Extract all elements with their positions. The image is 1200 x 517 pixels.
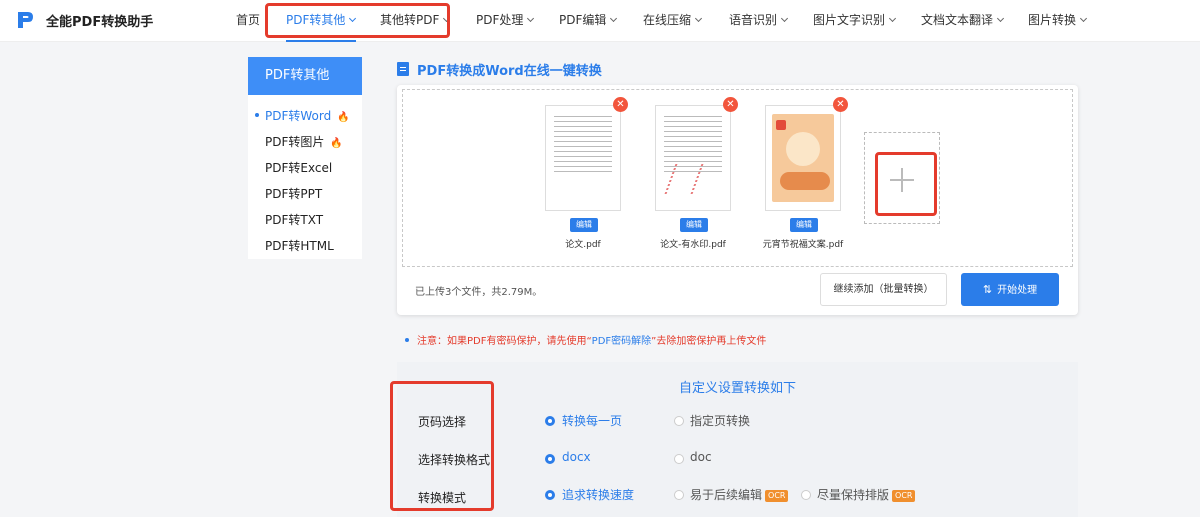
- nav-pdf-process[interactable]: PDF处理: [476, 0, 535, 42]
- edit-file-button[interactable]: 编辑: [680, 218, 708, 232]
- nav-pdf-edit[interactable]: PDF编辑: [559, 0, 618, 42]
- document-preview-lines: [554, 116, 612, 176]
- nav-home[interactable]: 首页: [236, 0, 260, 42]
- poster-stamp-mark: [776, 120, 786, 130]
- upload-summary: 已上传3个文件，共2.79M。: [415, 287, 543, 298]
- sidebar-item-label: PDF转PPT: [265, 187, 323, 201]
- sidebar-item-pdf-to-txt[interactable]: PDF转TXT: [265, 211, 323, 228]
- settings-title: 自定义设置转换如下: [679, 381, 797, 396]
- sidebar-item-pdf-to-image[interactable]: PDF转图片 🔥: [265, 133, 343, 150]
- chevron-down-icon: [888, 14, 897, 23]
- option-text: 易于后续编辑: [690, 488, 763, 502]
- sidebar-item-pdf-to-excel[interactable]: PDF转Excel: [265, 159, 332, 176]
- radio-layout-mode[interactable]: [801, 490, 811, 500]
- sidebar-item-label: PDF转图片: [265, 135, 325, 149]
- chevron-down-icon: [694, 14, 703, 23]
- notice-prefix: 注意：如果PDF有密码保护，请先使用“: [417, 336, 592, 347]
- sidebar-item-label: PDF转TXT: [265, 213, 324, 227]
- radio-docx[interactable]: [545, 454, 555, 464]
- option-label: 转换每一页: [562, 414, 623, 428]
- radio-doc[interactable]: [674, 454, 684, 464]
- radio-speed-mode[interactable]: [545, 490, 555, 500]
- top-bar: 全能PDF转换助手 首页 PDF转其他 其他转PDF PDF处理 PDF编辑 在…: [0, 0, 1200, 42]
- start-process-button[interactable]: ⇅ 开始处理: [961, 273, 1059, 306]
- notice-suffix: ”去除加密保护再上传文件: [651, 336, 767, 347]
- highlight-box-nav: [265, 3, 450, 38]
- password-notice: 注意：如果PDF有密码保护，请先使用“PDF密码解除”去除加密保护再上传文件: [405, 332, 766, 347]
- ocr-badge: OCR: [892, 490, 916, 502]
- file-thumbnail[interactable]: [655, 105, 731, 211]
- edit-file-button[interactable]: 编辑: [570, 218, 598, 232]
- radio-specified-pages[interactable]: [674, 416, 684, 426]
- sidebar-item-label: PDF转HTML: [265, 239, 334, 253]
- chevron-down-icon: [527, 14, 535, 23]
- poster-illustration: [786, 132, 820, 166]
- nav-active-underline: [286, 40, 356, 42]
- swap-icon: ⇅: [982, 283, 993, 296]
- chevron-down-icon: [610, 14, 618, 23]
- option-text: 尽量保持排版: [817, 488, 890, 502]
- active-dot-icon: [255, 113, 259, 117]
- sidebar-title: PDF转其他: [248, 57, 362, 95]
- sidebar-item-label: PDF转Excel: [265, 161, 333, 175]
- app-title: 全能PDF转换助手: [46, 15, 154, 30]
- nav-image-convert[interactable]: 图片转换: [1028, 0, 1088, 42]
- sidebar: PDF转其他 PDF转Word 🔥 PDF转图片 🔥 PDF转Excel PDF转P…: [248, 57, 362, 259]
- nav-label: 图片转换: [1028, 13, 1077, 27]
- chevron-down-icon: [1079, 14, 1088, 23]
- option-label: 追求转换速度: [562, 488, 635, 502]
- sidebar-item-pdf-to-html[interactable]: PDF转HTML: [265, 237, 334, 254]
- radio-edit-mode[interactable]: [674, 490, 684, 500]
- ocr-badge: OCR: [765, 490, 789, 502]
- poster-illustration: [780, 172, 830, 190]
- chevron-down-icon: [780, 14, 789, 23]
- remove-file-icon[interactable]: ✕: [833, 97, 848, 112]
- file-name: 论文.pdf: [565, 240, 601, 250]
- nav-online-compress[interactable]: 在线压缩: [643, 0, 703, 42]
- option-label: 尽量保持排版 OCR: [817, 486, 916, 503]
- poster-preview: [772, 114, 834, 202]
- nav-label: 首页: [236, 13, 261, 27]
- page-title: PDF转换成Word在线一键转换: [417, 64, 602, 79]
- nav-speech-recognition[interactable]: 语音识别: [729, 0, 789, 42]
- remove-file-icon[interactable]: ✕: [723, 97, 738, 112]
- start-process-label: 开始处理: [997, 285, 1038, 296]
- nav-doc-translate[interactable]: 文档文本翻译: [921, 0, 1005, 42]
- option-label: docx: [562, 450, 591, 464]
- continue-add-button[interactable]: 继续添加（批量转换）: [820, 273, 947, 306]
- file-thumbnail[interactable]: [765, 105, 841, 211]
- radio-convert-every-page[interactable]: [545, 416, 555, 426]
- hot-fire-icon: 🔥: [337, 112, 350, 123]
- chevron-down-icon: [996, 14, 1005, 23]
- edit-file-button[interactable]: 编辑: [790, 218, 818, 232]
- nav-label: PDF处理: [476, 13, 524, 27]
- highlight-box-settings: [390, 381, 494, 511]
- option-label: 易于后续编辑 OCR: [690, 486, 789, 503]
- nav-image-ocr[interactable]: 图片文字识别: [813, 0, 897, 42]
- file-thumbnail[interactable]: [545, 105, 621, 211]
- sidebar-item-label: PDF转Word: [265, 109, 332, 123]
- hot-fire-icon: 🔥: [330, 138, 343, 149]
- document-icon: [397, 62, 409, 76]
- app-logo-icon: [18, 12, 33, 28]
- pdf-unlock-link[interactable]: PDF密码解除: [592, 336, 651, 347]
- sidebar-item-pdf-to-word[interactable]: PDF转Word 🔥: [255, 107, 350, 124]
- option-label: doc: [690, 450, 712, 464]
- option-label: 指定页转换: [690, 414, 751, 428]
- file-name: 论文-有水印.pdf: [660, 240, 726, 250]
- remove-file-icon[interactable]: ✕: [613, 97, 628, 112]
- nav-label: 文档文本翻译: [921, 13, 994, 27]
- sidebar-item-pdf-to-ppt[interactable]: PDF转PPT: [265, 185, 322, 202]
- nav-label: 图片文字识别: [813, 13, 886, 27]
- notice-bullet-icon: [405, 338, 409, 342]
- file-name: 元宵节祝福文案.pdf: [762, 240, 844, 250]
- highlight-box-add: [875, 152, 937, 216]
- nav-label: PDF编辑: [559, 13, 607, 27]
- nav-label: 在线压缩: [643, 13, 692, 27]
- nav-label: 语音识别: [729, 13, 778, 27]
